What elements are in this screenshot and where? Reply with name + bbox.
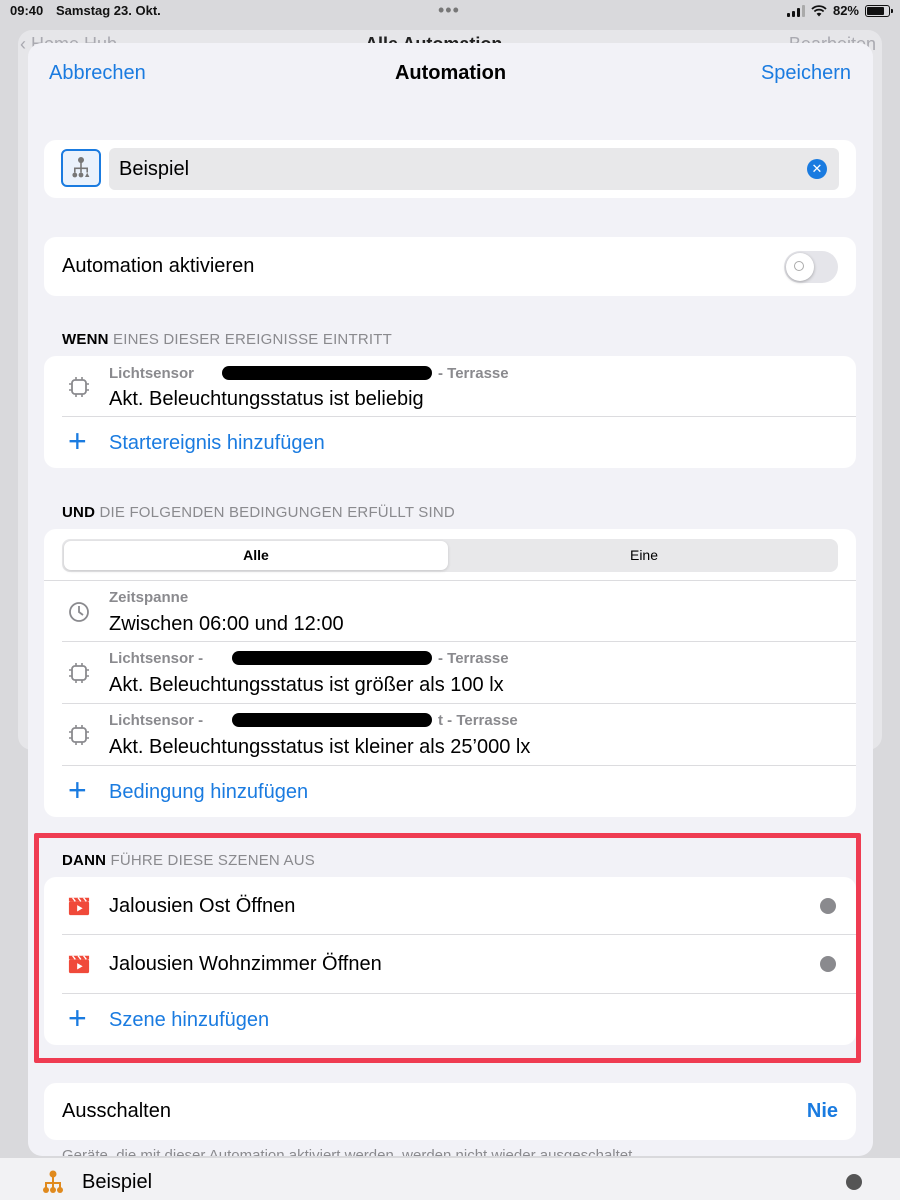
navigation-bar: Abbrechen Automation Speichern: [28, 43, 873, 105]
automation-icon: [72, 157, 90, 178]
segment-one[interactable]: Eine: [452, 541, 836, 570]
automation-hub-icon: [43, 1170, 63, 1193]
condition-time-main: Zwischen 06:00 und 12:00: [109, 613, 344, 635]
condition-row-sensor-1[interactable]: Lichtsensor - - Terrasse Akt. Beleuchtun…: [44, 642, 856, 703]
sensor-icon: [69, 663, 89, 683]
conditions-header-rest: DIE FOLGENDEN BEDINGUNGEN ERFÜLLT SIND: [95, 504, 455, 521]
scene-row[interactable]: Jalousien Wohnzimmer Öffnen: [44, 935, 856, 993]
sensor-icon: [69, 377, 89, 397]
scenes-header: DANN FÜHRE DIESE SZENEN AUS: [62, 852, 315, 869]
scene-label: Jalousien Wohnzimmer Öffnen: [109, 953, 382, 975]
toggle-knob: [786, 253, 814, 281]
triggers-header-bold: WENN: [62, 331, 109, 348]
conditions-header-bold: UND: [62, 504, 96, 521]
conditions-card: Alle Eine Zeitspanne Zwischen 06:00 und …: [44, 529, 856, 817]
condition-sensor-1-main: Akt. Beleuchtungsstatus ist größer als 1…: [109, 674, 504, 696]
multitasking-dots-icon[interactable]: •••: [438, 0, 460, 21]
condition-row-time[interactable]: Zeitspanne Zwischen 06:00 und 12:00: [44, 581, 856, 641]
redaction-mark: [232, 713, 432, 727]
add-condition-label: Bedingung hinzufügen: [109, 781, 309, 803]
add-scene-label: Szene hinzufügen: [109, 1009, 270, 1031]
activate-toggle[interactable]: [784, 251, 838, 283]
clock-icon: [69, 602, 89, 622]
condition-sensor-2-prefix: Lichtsensor -: [109, 712, 204, 729]
page-title: Automation: [394, 62, 507, 84]
redaction-mark: [232, 651, 432, 665]
scenes-header-bold: DANN: [62, 852, 107, 869]
activate-toggle-label: Automation aktivieren: [62, 255, 255, 277]
battery-fill: [867, 6, 885, 15]
trigger-sensor-suffix: - Terrasse: [438, 365, 509, 382]
trigger-description: Akt. Beleuchtungsstatus ist beliebig: [109, 388, 424, 410]
plus-icon: +: [68, 423, 87, 459]
redaction-mark: [222, 366, 432, 380]
add-trigger-label: Startereignis hinzufügen: [109, 432, 325, 454]
wifi-icon: [811, 4, 827, 16]
triggers-card: Lichtsensor - Terrasse Akt. Beleuchtungs…: [44, 356, 856, 468]
segment-all[interactable]: Alle: [64, 541, 448, 570]
name-card: ✕: [44, 140, 856, 198]
activate-toggle-card: Automation aktivieren: [44, 237, 856, 296]
automation-name-input[interactable]: [109, 148, 839, 190]
condition-sensor-1-prefix: Lichtsensor -: [109, 650, 204, 667]
scenes-header-rest: FÜHRE DIESE SZENEN AUS: [106, 852, 315, 869]
scene-icon: [68, 955, 90, 974]
condition-sensor-2-main: Akt. Beleuchtungsstatus ist kleiner als …: [109, 736, 531, 758]
turn-off-label: Ausschalten: [62, 1100, 171, 1122]
scene-status-dot: [820, 898, 836, 914]
plus-icon: +: [68, 1000, 87, 1036]
clear-text-icon[interactable]: ✕: [807, 159, 827, 179]
background-bottom-item: Beispiel: [82, 1171, 153, 1193]
turn-off-footnote: Geräte, die mit dieser Automation aktivi…: [62, 1147, 637, 1156]
scene-row[interactable]: Jalousien Ost Öffnen: [44, 877, 856, 934]
scene-status-dot: [820, 956, 836, 972]
status-bar: 09:40 Samstag 23. Okt. ••• 82%: [0, 0, 900, 24]
turn-off-value[interactable]: Nie: [807, 1100, 838, 1123]
sensor-icon: [69, 725, 89, 745]
condition-row-sensor-2[interactable]: Lichtsensor - t - Terrasse Akt. Beleucht…: [44, 704, 856, 765]
battery-percent: 82%: [832, 3, 859, 18]
triggers-header-rest: EINES DIESER EREIGNISSE EINTRITT: [108, 331, 392, 348]
add-scene-button[interactable]: + Szene hinzufügen: [44, 994, 856, 1045]
condition-sensor-1-suffix: - Terrasse: [438, 650, 509, 667]
turn-off-card[interactable]: Ausschalten Nie: [44, 1083, 856, 1140]
automation-icon-picker[interactable]: [61, 149, 101, 187]
condition-sensor-2-suffix: t - Terrasse: [438, 712, 518, 729]
scene-label: Jalousien Ost Öffnen: [109, 895, 296, 917]
trigger-row[interactable]: Lichtsensor - Terrasse Akt. Beleuchtungs…: [44, 356, 856, 416]
conditions-header: UND DIE FOLGENDEN BEDINGUNGEN ERFÜLLT SI…: [62, 504, 455, 521]
condition-time-sub: Zeitspanne: [109, 589, 189, 606]
status-date: Samstag 23. Okt.: [56, 3, 161, 18]
condition-mode-segmented-control: Alle Eine: [62, 539, 838, 572]
scenes-card: Jalousien Ost Öffnen Jalousien Wohnzimme…: [44, 877, 856, 1045]
add-condition-button[interactable]: + Bedingung hinzufügen: [44, 766, 856, 817]
trigger-sensor-prefix: Lichtsensor: [109, 365, 195, 382]
scene-icon: [68, 897, 90, 916]
battery-icon: [865, 4, 893, 17]
signal-icon: [786, 4, 805, 17]
save-button[interactable]: Speichern: [761, 62, 851, 85]
status-right: 82%: [786, 3, 893, 18]
status-time: 09:40: [10, 3, 44, 18]
plus-icon: +: [68, 772, 87, 808]
add-trigger-button[interactable]: + Startereignis hinzufügen: [44, 417, 856, 468]
triggers-header: WENN EINES DIESER EREIGNISSE EINTRITT: [62, 331, 392, 348]
background-status-dot: [846, 1174, 862, 1190]
automation-sheet: Abbrechen Automation Speichern ✕ Automat…: [28, 43, 873, 1156]
